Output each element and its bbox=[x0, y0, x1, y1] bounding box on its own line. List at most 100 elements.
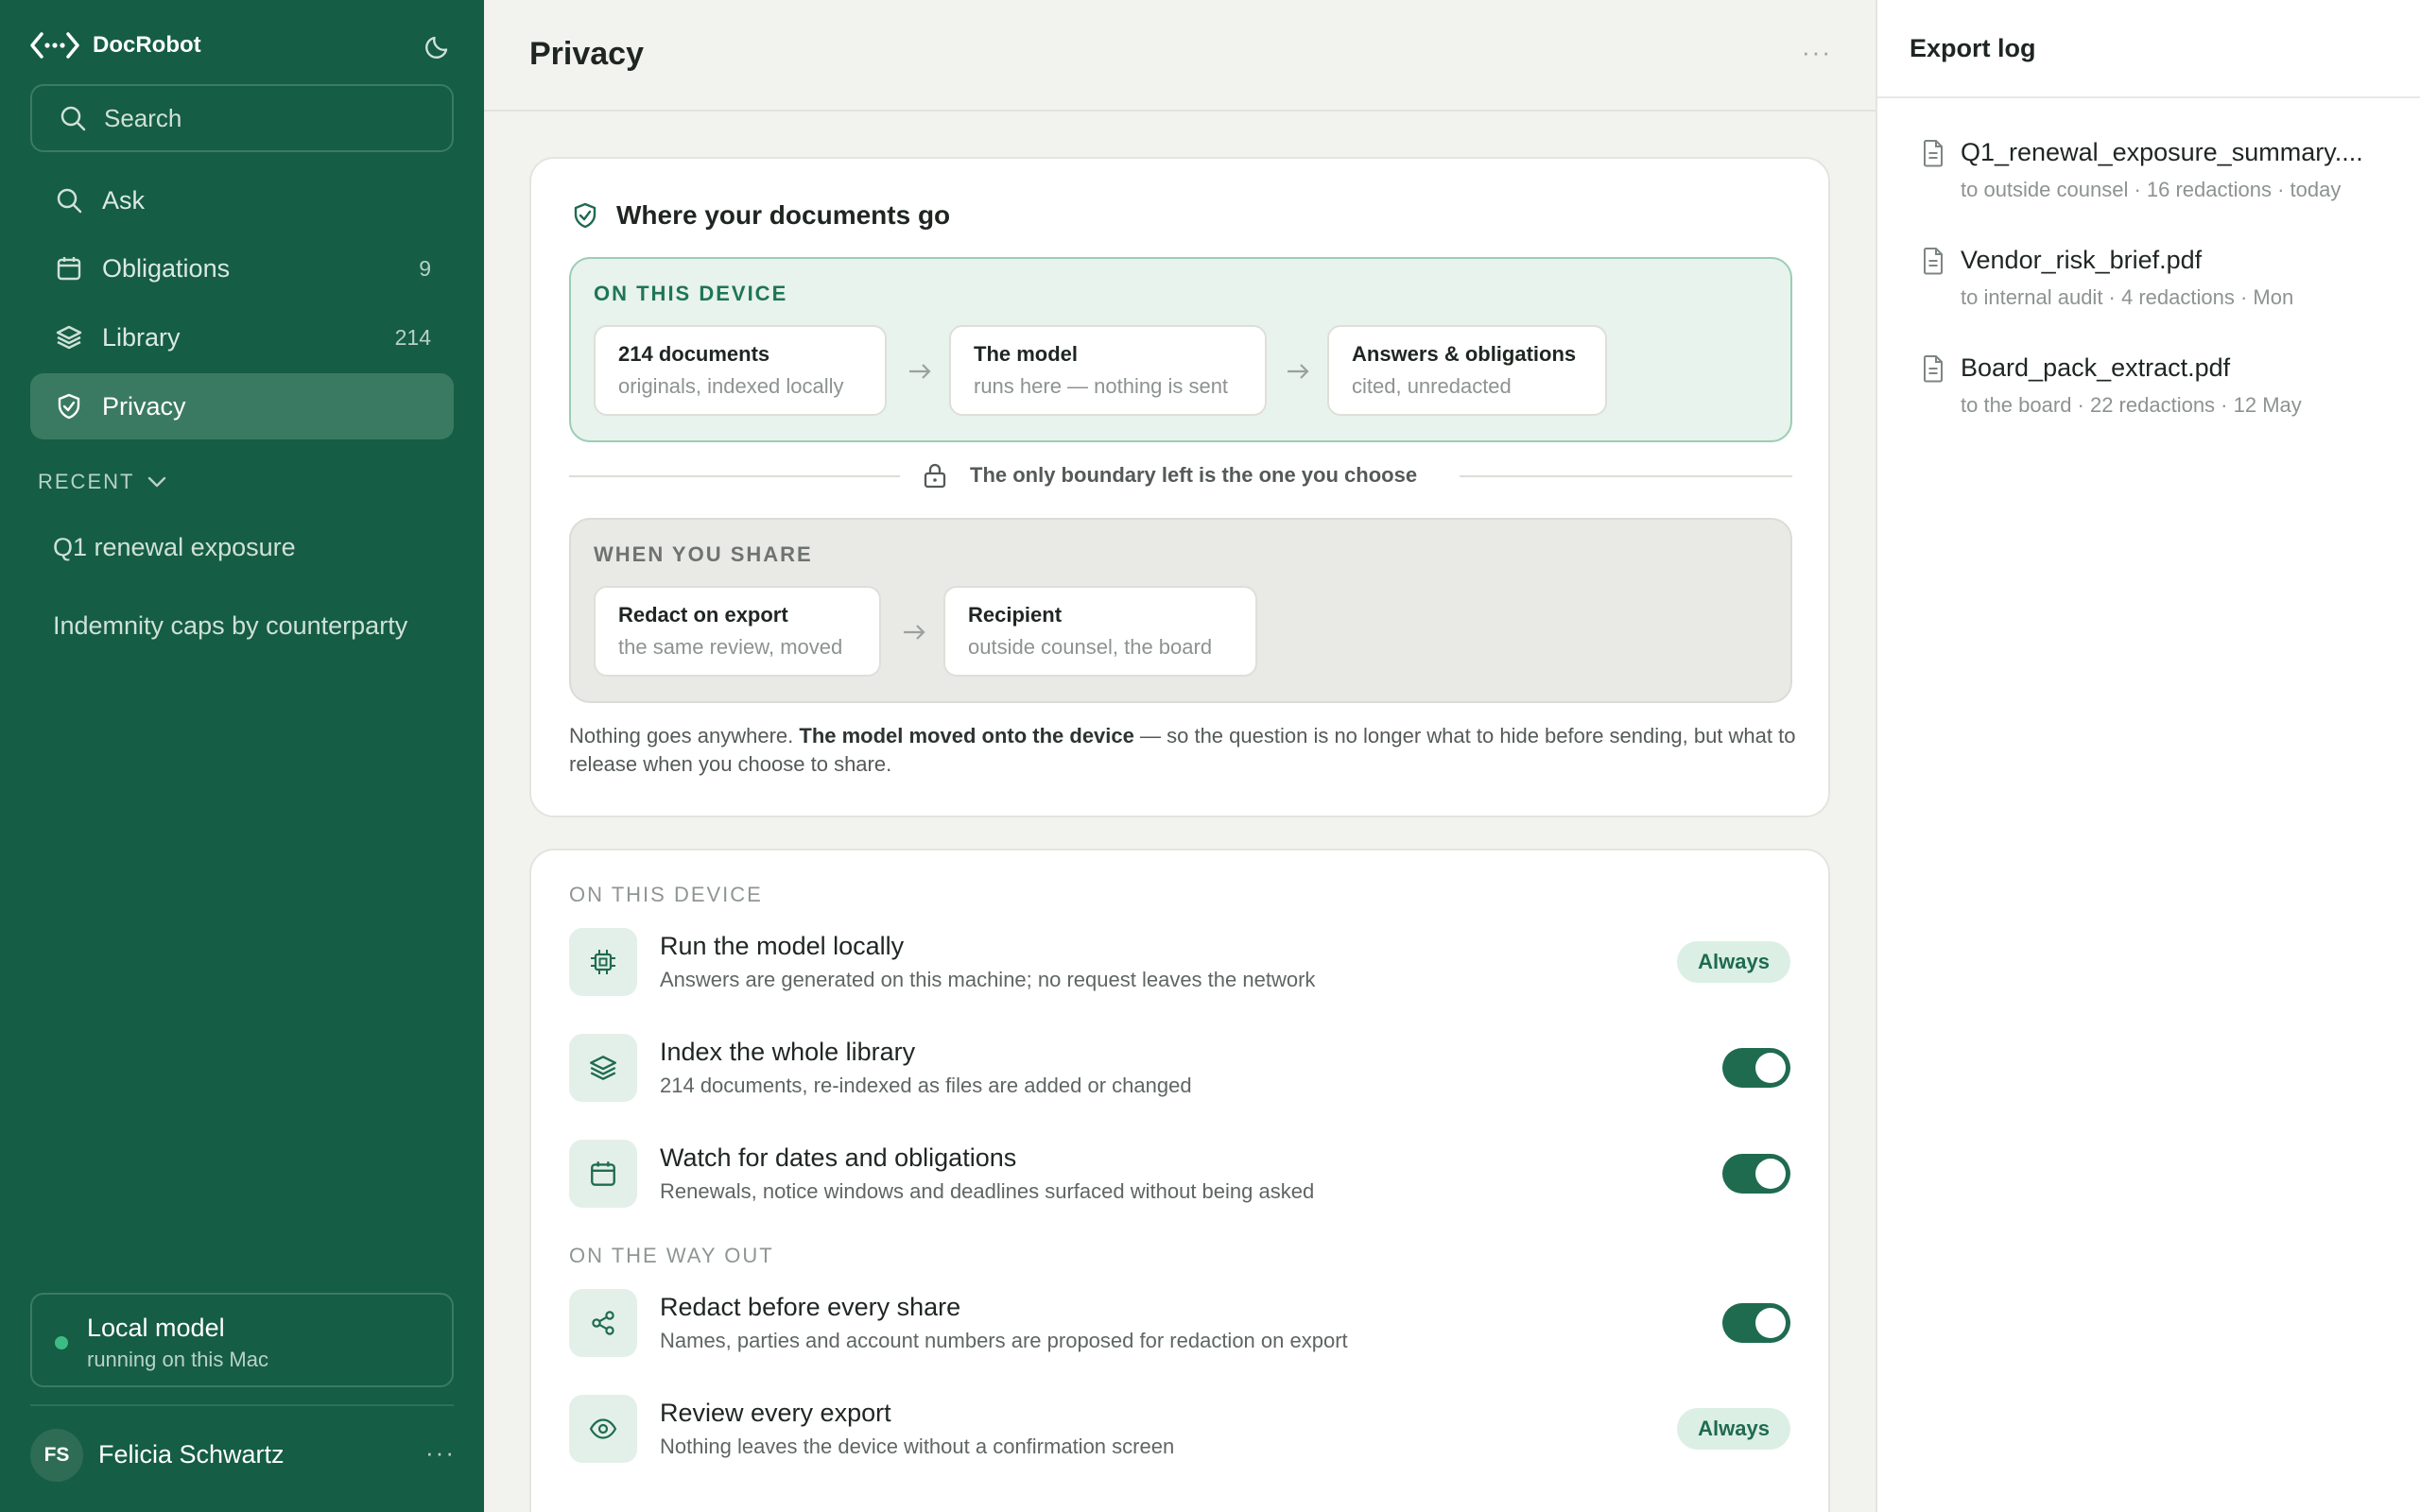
file-name: Vendor_risk_brief.pdf bbox=[1961, 246, 2203, 274]
zone-label: WHEN YOU SHARE bbox=[594, 542, 813, 566]
flow-step: 214 documents originals, indexed locally bbox=[594, 325, 887, 416]
sidebar-item-library[interactable]: Library 214 bbox=[30, 304, 454, 370]
layers-icon bbox=[569, 1034, 637, 1102]
sidebar-item-label: Ask bbox=[102, 185, 146, 215]
device-zone: ON THIS DEVICE 214 documents originals, … bbox=[569, 257, 1792, 442]
user-more-icon[interactable]: ··· bbox=[425, 1438, 456, 1468]
sidebar-item-label: Obligations bbox=[102, 253, 231, 283]
section-label-way-out: ON THE WAY OUT bbox=[569, 1244, 774, 1267]
flow-step: Answers & obligations cited, unredacted bbox=[1327, 325, 1607, 416]
flow-step-subtitle: originals, indexed locally bbox=[618, 374, 844, 398]
arrow-right-icon bbox=[904, 625, 925, 640]
sidebar-item-obligations[interactable]: Obligations 9 bbox=[30, 235, 454, 301]
status-dot bbox=[55, 1336, 68, 1349]
heading-text: Where your documents go bbox=[616, 200, 951, 230]
explain-bold: The model moved onto the device bbox=[799, 724, 1134, 747]
export-log-item[interactable]: Q1_renewal_exposure_summary.... to outsi… bbox=[1919, 138, 2411, 204]
recent-item[interactable]: Indemnity caps by counterparty bbox=[53, 611, 407, 641]
theme-toggle-moon-icon[interactable] bbox=[424, 30, 454, 60]
always-badge: Always bbox=[1677, 941, 1790, 983]
section-label-device: ON THIS DEVICE bbox=[569, 883, 763, 906]
toggle-knob bbox=[1755, 1159, 1786, 1189]
local-model-status[interactable]: Local model running on this Mac bbox=[30, 1293, 454, 1387]
privacy-settings-card: ON THIS DEVICE Run the model locally Ans… bbox=[529, 849, 1830, 1512]
recent-item[interactable]: Q1 renewal exposure bbox=[53, 533, 296, 562]
brand-name: DocRobot bbox=[93, 32, 201, 58]
calendar-icon bbox=[569, 1140, 637, 1208]
setting-subtitle: Renewals, notice windows and deadlines s… bbox=[660, 1179, 1315, 1203]
toggle-knob bbox=[1755, 1053, 1786, 1083]
main-header: Privacy ··· bbox=[484, 0, 1876, 112]
sidebar-item-ask[interactable]: Ask bbox=[30, 167, 454, 233]
flow-step-subtitle: outside counsel, the board bbox=[968, 635, 1213, 659]
always-badge: Always bbox=[1677, 1408, 1790, 1450]
sidebar-item-label: Privacy bbox=[102, 391, 186, 421]
docrobot-logo-icon bbox=[30, 30, 79, 60]
boundary-text: The only boundary left is the one you ch… bbox=[970, 463, 1418, 487]
file-name: Board_pack_extract.pdf bbox=[1961, 353, 2231, 382]
eye-icon bbox=[569, 1395, 637, 1463]
flow-step-subtitle: runs here — nothing is sent bbox=[974, 374, 1229, 398]
sidebar: DocRobot Search Ask Obligations 9 Librar… bbox=[0, 0, 484, 1512]
zone-label: ON THIS DEVICE bbox=[594, 282, 788, 305]
divider-line bbox=[569, 475, 900, 477]
setting-subtitle: Names, parties and account numbers are p… bbox=[660, 1329, 1348, 1352]
chevron-down-icon bbox=[148, 476, 166, 488]
search-icon bbox=[60, 106, 86, 131]
toggle-knob bbox=[1755, 1308, 1786, 1338]
setting-title: Watch for dates and obligations bbox=[660, 1143, 1017, 1172]
sidebar-item-privacy[interactable]: Privacy bbox=[30, 373, 454, 439]
lock-icon bbox=[924, 463, 946, 489]
file-meta: to the board · 22 redactions · 12 May bbox=[1961, 393, 2302, 417]
index-library-toggle[interactable] bbox=[1722, 1048, 1790, 1088]
search-placeholder: Search bbox=[104, 103, 182, 132]
brand[interactable]: DocRobot bbox=[30, 26, 201, 64]
card-heading: Where your documents go bbox=[571, 200, 950, 231]
flow-step-subtitle: cited, unredacted bbox=[1352, 374, 1512, 398]
arrow-right-icon bbox=[1288, 364, 1309, 379]
setting-title: Redact before every share bbox=[660, 1293, 961, 1321]
library-count: 214 bbox=[394, 324, 431, 350]
document-flow-card: Where your documents go ON THIS DEVICE 2… bbox=[529, 157, 1830, 817]
avatar[interactable]: FS bbox=[30, 1429, 83, 1482]
flow-step: The model runs here — nothing is sent bbox=[949, 325, 1267, 416]
obligations-count: 9 bbox=[419, 255, 431, 281]
shield-check-icon bbox=[574, 202, 596, 229]
search-input[interactable]: Search bbox=[30, 84, 454, 152]
divider bbox=[30, 1404, 454, 1406]
document-icon bbox=[1924, 248, 1943, 275]
recent-label: RECENT bbox=[38, 470, 135, 493]
share-icon bbox=[569, 1289, 637, 1357]
divider-line bbox=[1460, 475, 1792, 477]
flow-step-title: Redact on export bbox=[618, 603, 788, 627]
flow-step-title: The model bbox=[974, 342, 1079, 366]
model-subtitle: running on this Mac bbox=[87, 1348, 268, 1371]
recent-section-toggle[interactable]: RECENT bbox=[38, 470, 168, 494]
setting-subtitle: Answers are generated on this machine; n… bbox=[660, 968, 1316, 991]
setting-title: Review every export bbox=[660, 1399, 891, 1427]
more-options-icon[interactable]: ··· bbox=[1802, 38, 1832, 67]
flow-step-title: 214 documents bbox=[618, 342, 770, 366]
sidebar-item-label: Library bbox=[102, 322, 181, 352]
boundary-divider: The only boundary left is the one you ch… bbox=[569, 457, 1792, 495]
file-meta: to internal audit · 4 redactions · Mon bbox=[1961, 285, 2294, 309]
flow-step: Recipient outside counsel, the board bbox=[943, 586, 1257, 677]
share-zone: WHEN YOU SHARE Redact on export the same… bbox=[569, 518, 1792, 703]
file-name: Q1_renewal_exposure_summary.... bbox=[1961, 138, 2363, 166]
explain-prefix: Nothing goes anywhere. bbox=[569, 724, 800, 747]
flow-step-title: Recipient bbox=[968, 603, 1063, 627]
flow-step-title: Answers & obligations bbox=[1352, 342, 1577, 366]
page-title: Privacy bbox=[529, 36, 644, 72]
watch-dates-toggle[interactable] bbox=[1722, 1154, 1790, 1194]
redact-before-share-toggle[interactable] bbox=[1722, 1303, 1790, 1343]
export-log-item[interactable]: Vendor_risk_brief.pdf to internal audit … bbox=[1919, 246, 2411, 312]
export-log-item[interactable]: Board_pack_extract.pdf to the board · 22… bbox=[1919, 353, 2411, 420]
divider bbox=[1877, 96, 2420, 98]
chip-icon bbox=[569, 928, 637, 996]
setting-title: Run the model locally bbox=[660, 932, 905, 960]
file-meta: to outside counsel · 16 redactions · tod… bbox=[1961, 178, 2342, 201]
model-title: Local model bbox=[87, 1314, 225, 1342]
setting-subtitle: 214 documents, re-indexed as files are a… bbox=[660, 1074, 1192, 1097]
boundary-label: The only boundary left is the one you ch… bbox=[921, 461, 1417, 490]
layers-icon bbox=[56, 325, 82, 350]
